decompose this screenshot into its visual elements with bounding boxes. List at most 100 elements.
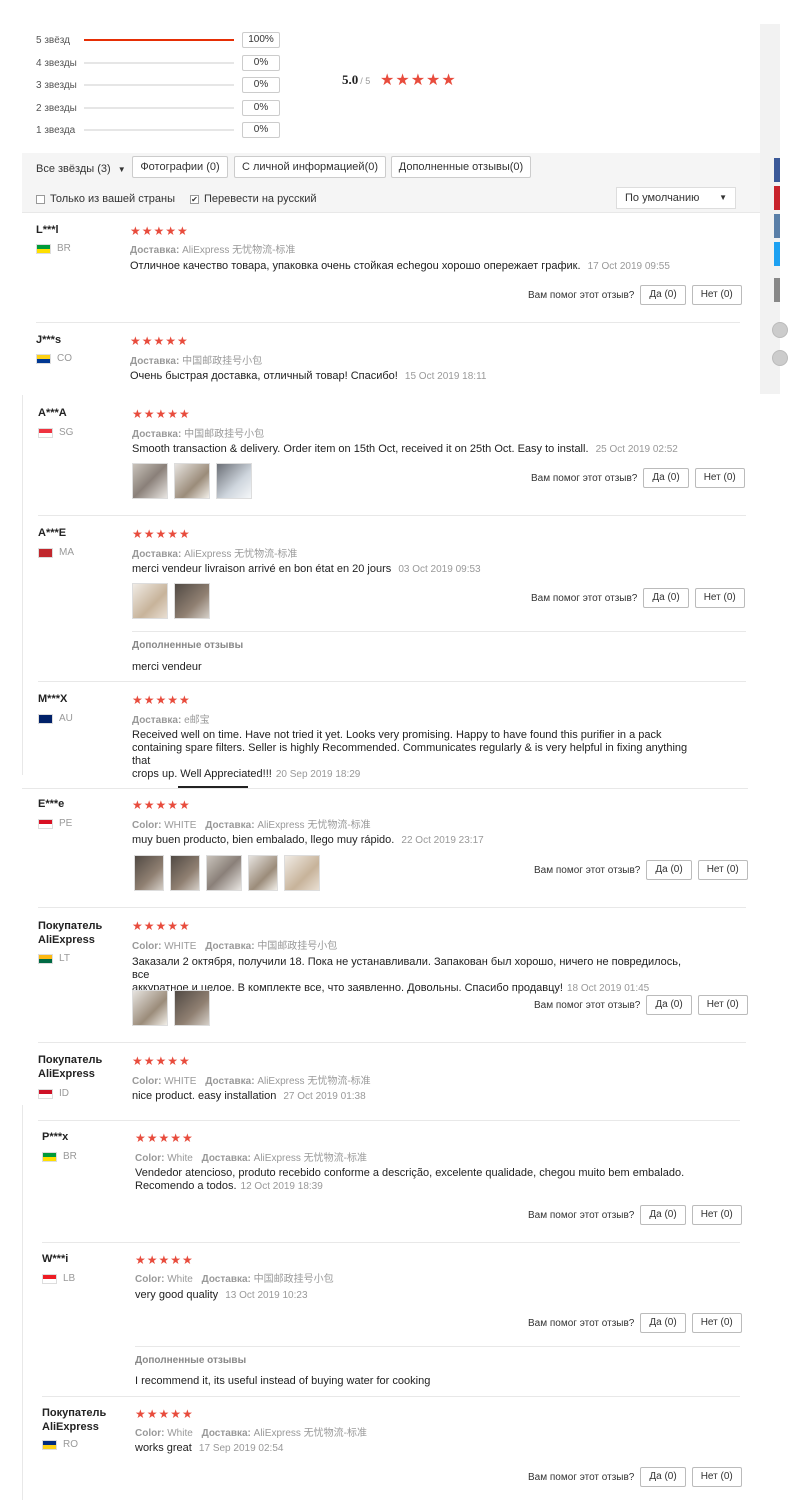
review-photo-thumbnail[interactable] — [132, 463, 168, 499]
flag-icon — [38, 818, 53, 829]
reviewer-country: PE — [38, 818, 72, 829]
twitter-share-icon[interactable] — [774, 242, 780, 266]
shipping-label: Доставка: — [201, 1428, 251, 1439]
own-country-checkbox[interactable]: Только из вашей страны — [36, 193, 175, 205]
review-meta: Color: WHITE Доставка: 中国邮政挂号小包 — [132, 937, 337, 952]
facebook-share-icon[interactable] — [774, 158, 780, 182]
translate-label: Перевести на русский — [204, 193, 317, 205]
helpful-no-button[interactable]: Нет (0) — [694, 588, 745, 608]
review-photos — [132, 990, 216, 1026]
reviewer-name: L***l — [36, 224, 59, 236]
review-text: Заказали 2 октября, получили 18. Пока не… — [132, 956, 692, 995]
flag-icon — [42, 1439, 57, 1450]
helpful-question: Вам помог этот отзыв? — [534, 864, 641, 876]
review-photo-thumbnail[interactable] — [134, 855, 164, 891]
histogram-row[interactable]: 2 звезды 0% — [36, 100, 280, 116]
review-photo-thumbnail[interactable] — [206, 855, 242, 891]
additional-review-text: merci vendeur — [132, 661, 202, 673]
sort-value: По умолчанию — [625, 192, 700, 204]
review-photo-thumbnail[interactable] — [174, 583, 210, 619]
color-value: WHITE — [164, 820, 197, 831]
helpful-yes-button[interactable]: Да (0) — [640, 1205, 686, 1225]
review-meta: Color: White Доставка: AliExpress 无忧物流-标… — [135, 1424, 367, 1439]
checkbox-checked-icon: ✔ — [190, 194, 199, 204]
color-value: White — [167, 1428, 193, 1439]
divider — [38, 907, 746, 908]
histogram-label: 1 звезда — [36, 124, 76, 136]
review-text: merci vendeur livraison arrivé en bon ét… — [132, 563, 481, 576]
helpful-no-button[interactable]: Нет (0) — [691, 1313, 742, 1333]
vk-share-icon[interactable] — [774, 214, 780, 238]
average-rating-max: / 5 — [360, 76, 371, 86]
review-text: very good quality 13 Oct 2019 10:23 — [135, 1289, 308, 1302]
star-filter-dropdown[interactable]: Все звёзды (3) ▼ — [36, 163, 126, 175]
review-text: Received well on time. Have not tried it… — [132, 729, 692, 781]
review-body-line: Vendedor atencioso, produto recebido con… — [135, 1167, 685, 1179]
review-meta: Color: WHITE Доставка: AliExpress 无忧物流-标… — [132, 816, 371, 831]
photos-filter-button[interactable]: Фотографии (0) — [132, 156, 228, 178]
histogram-row[interactable]: 1 звезда 0% — [36, 122, 280, 138]
reviewer-name-line: Покупатель — [38, 920, 103, 932]
additional-reviews-filter-button[interactable]: Дополненные отзывы(0) — [391, 156, 531, 178]
review-photo-thumbnail[interactable] — [132, 583, 168, 619]
review-photo-thumbnail[interactable] — [170, 855, 200, 891]
review-photo-thumbnail[interactable] — [284, 855, 320, 891]
country-code: BR — [63, 1151, 77, 1162]
helpful-no-button[interactable]: Нет (0) — [691, 285, 742, 305]
star-filter-label: Все звёзды (3) — [36, 163, 111, 175]
color-label: Color: — [132, 941, 162, 952]
review-date: 22 Oct 2019 23:17 — [401, 835, 484, 846]
review-body-line: containing spare filters. Seller is high… — [132, 742, 688, 767]
country-code: LT — [59, 953, 70, 964]
helpful-yes-button[interactable]: Да (0) — [640, 1467, 686, 1487]
helpful-no-button[interactable]: Нет (0) — [691, 1467, 742, 1487]
shipping-value: 中国邮政挂号小包 — [182, 356, 263, 367]
helpful-no-button[interactable]: Нет (0) — [697, 860, 748, 880]
helpful-yes-button[interactable]: Да (0) — [643, 468, 689, 488]
helpful-yes-button[interactable]: Да (0) — [640, 285, 686, 305]
circle-action-icon[interactable] — [772, 322, 788, 338]
personal-info-filter-button[interactable]: С личной информацией(0) — [234, 156, 386, 178]
histogram-bar — [84, 84, 234, 86]
histogram-row[interactable]: 5 звёзд 100% — [36, 32, 280, 48]
flag-icon — [36, 353, 51, 364]
reviewer-name-line: Покупатель — [42, 1407, 107, 1419]
review-photo-thumbnail[interactable] — [132, 990, 168, 1026]
more-share-icon[interactable] — [774, 278, 780, 302]
histogram-row[interactable]: 3 звезды 0% — [36, 77, 280, 93]
chevron-down-icon: ▼ — [719, 193, 727, 202]
additional-review-title: Дополненные отзывы — [132, 640, 244, 651]
circle-action-icon[interactable] — [772, 350, 788, 366]
translate-checkbox[interactable]: ✔ Перевести на русский — [190, 193, 317, 205]
helpful-yes-button[interactable]: Да (0) — [646, 995, 692, 1015]
shipping-value: 中国邮政挂号小包 — [184, 429, 265, 440]
helpful-no-button[interactable]: Нет (0) — [694, 468, 745, 488]
review-photos — [132, 463, 258, 499]
review-star-icons: ★★★★★ — [132, 798, 191, 812]
reviewer-name-line: AliExpress — [42, 1421, 99, 1433]
helpful-yes-button[interactable]: Да (0) — [640, 1313, 686, 1333]
pinterest-share-icon[interactable] — [774, 186, 780, 210]
review-body: merci vendeur livraison arrivé en bon ét… — [132, 563, 392, 575]
review-photo-thumbnail[interactable] — [174, 990, 210, 1026]
helpful-no-button[interactable]: Нет (0) — [691, 1205, 742, 1225]
sort-select[interactable]: По умолчанию ▼ — [616, 187, 736, 209]
average-rating-value: 5.0 — [342, 72, 359, 87]
histogram-percent: 0% — [242, 55, 280, 71]
review-photo-thumbnail[interactable] — [174, 463, 210, 499]
review-body: works great — [135, 1442, 192, 1454]
helpful-yes-button[interactable]: Да (0) — [646, 860, 692, 880]
histogram-label: 5 звёзд — [36, 34, 70, 46]
shipping-label: Доставка: — [205, 941, 255, 952]
histogram-bar — [84, 39, 234, 41]
review-photo-thumbnail[interactable] — [216, 463, 252, 499]
shipping-value: AliExpress 无忧物流-标准 — [184, 549, 298, 560]
flag-icon — [38, 953, 53, 964]
shipping-label: Доставка: — [201, 1153, 251, 1164]
shipping-label: Доставка: — [201, 1274, 251, 1285]
histogram-row[interactable]: 4 звезды 0% — [36, 55, 280, 71]
helpful-no-button[interactable]: Нет (0) — [697, 995, 748, 1015]
review-photo-thumbnail[interactable] — [248, 855, 278, 891]
helpful-yes-button[interactable]: Да (0) — [643, 588, 689, 608]
color-label: Color: — [135, 1274, 165, 1285]
